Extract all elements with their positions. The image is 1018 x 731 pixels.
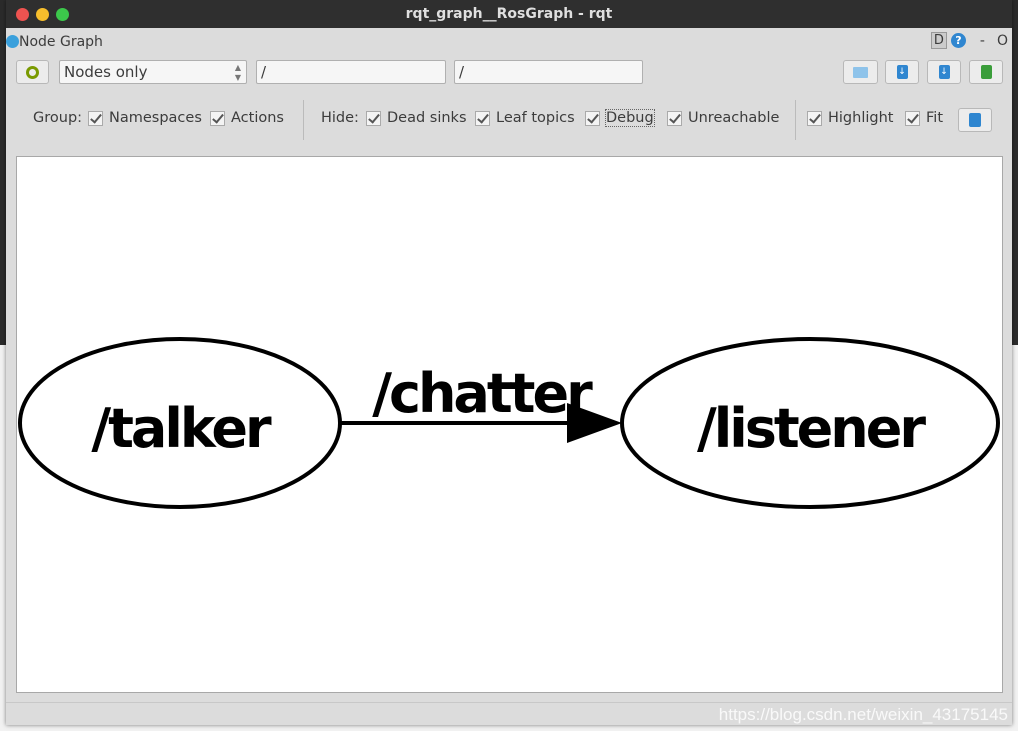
fit-view-button[interactable] <box>958 108 992 132</box>
save-image-button[interactable]: ↓ <box>927 60 961 84</box>
graph-mode-value: Nodes only <box>64 63 148 81</box>
topic-filter-input[interactable]: / <box>454 60 643 84</box>
checkbox-label: Actions <box>231 110 284 126</box>
checkbox-unreachable[interactable]: Unreachable <box>667 110 779 126</box>
checkbox-icon[interactable] <box>585 110 600 126</box>
checkbox-label: Debug <box>605 109 655 127</box>
checkbox-dead-sinks[interactable]: Dead sinks <box>366 110 467 126</box>
export-button[interactable] <box>969 60 1003 84</box>
minimize-plugin-button[interactable]: - <box>980 33 985 49</box>
help-icon[interactable]: ? <box>950 33 966 48</box>
divider <box>303 100 304 140</box>
divider <box>795 100 796 140</box>
graph-canvas[interactable]: /talker /chatter /listener <box>16 156 1003 693</box>
checkbox-icon[interactable] <box>475 110 490 126</box>
save-dot-button[interactable]: ↓ <box>885 60 919 84</box>
checkbox-label: Unreachable <box>688 110 780 126</box>
checkbox-icon[interactable] <box>366 110 381 126</box>
checkbox-label: Fit <box>926 110 943 126</box>
checkbox-label: Highlight <box>828 110 894 126</box>
checkbox-icon[interactable] <box>88 110 103 126</box>
load-dot-button[interactable] <box>843 60 878 84</box>
plugin-controls: D ? - O <box>930 32 1008 49</box>
checkbox-debug[interactable]: Debug <box>585 109 655 127</box>
rqt-gear-icon <box>6 35 19 48</box>
minimize-window-button[interactable] <box>36 8 49 21</box>
plugin-title: Node Graph <box>6 34 103 50</box>
node-listener-label: /listener <box>697 397 926 460</box>
folder-open-icon <box>853 66 868 78</box>
checkbox-namespaces[interactable]: Namespaces <box>88 110 202 126</box>
spinner-arrows-icon: ▲ ▼ <box>234 63 241 82</box>
checkbox-fit[interactable]: Fit <box>905 110 943 126</box>
checkbox-label: Dead sinks <box>387 110 467 126</box>
refresh-button[interactable] <box>16 60 49 84</box>
hide-label: Hide: <box>321 110 359 126</box>
checkbox-icon[interactable] <box>807 110 822 126</box>
checkbox-icon[interactable] <box>667 110 682 126</box>
graph-mode-select[interactable]: Nodes only ▲ ▼ <box>59 60 247 84</box>
save-dot-icon: ↓ <box>896 65 908 79</box>
dock-d-button[interactable]: D <box>930 32 947 49</box>
close-window-button[interactable] <box>16 8 29 21</box>
export-icon <box>980 65 992 79</box>
edge-chatter-label: /chatter <box>372 362 593 425</box>
watermark: https://blog.csdn.net/weixin_43175145 <box>718 705 1008 724</box>
plugin-title-text: Node Graph <box>19 34 103 50</box>
node-talker-label: /talker <box>91 397 272 460</box>
title-bar: rqt_graph__RosGraph - rqt <box>6 0 1012 28</box>
graph-svg: /talker /chatter /listener <box>18 337 1000 509</box>
checkbox-label: Leaf topics <box>496 110 575 126</box>
maximize-window-button[interactable] <box>56 8 69 21</box>
save-image-icon: ↓ <box>938 65 950 79</box>
checkbox-label: Namespaces <box>109 110 202 126</box>
checkbox-leaf-topics[interactable]: Leaf topics <box>475 110 575 126</box>
checkbox-icon[interactable] <box>905 110 920 126</box>
namespace-filter-input[interactable]: / <box>256 60 446 84</box>
group-label: Group: <box>33 110 83 126</box>
fit-view-icon <box>969 113 981 127</box>
refresh-icon <box>26 65 39 79</box>
window-title: rqt_graph__RosGraph - rqt <box>405 6 613 22</box>
close-plugin-button[interactable]: O <box>997 33 1008 49</box>
checkbox-icon[interactable] <box>210 110 225 126</box>
checkbox-actions[interactable]: Actions <box>210 110 284 126</box>
checkbox-highlight[interactable]: Highlight <box>807 110 893 126</box>
status-bar: https://blog.csdn.net/weixin_43175145 <box>6 702 1012 725</box>
rqt-window: rqt_graph__RosGraph - rqt Node Graph D ?… <box>6 0 1012 725</box>
